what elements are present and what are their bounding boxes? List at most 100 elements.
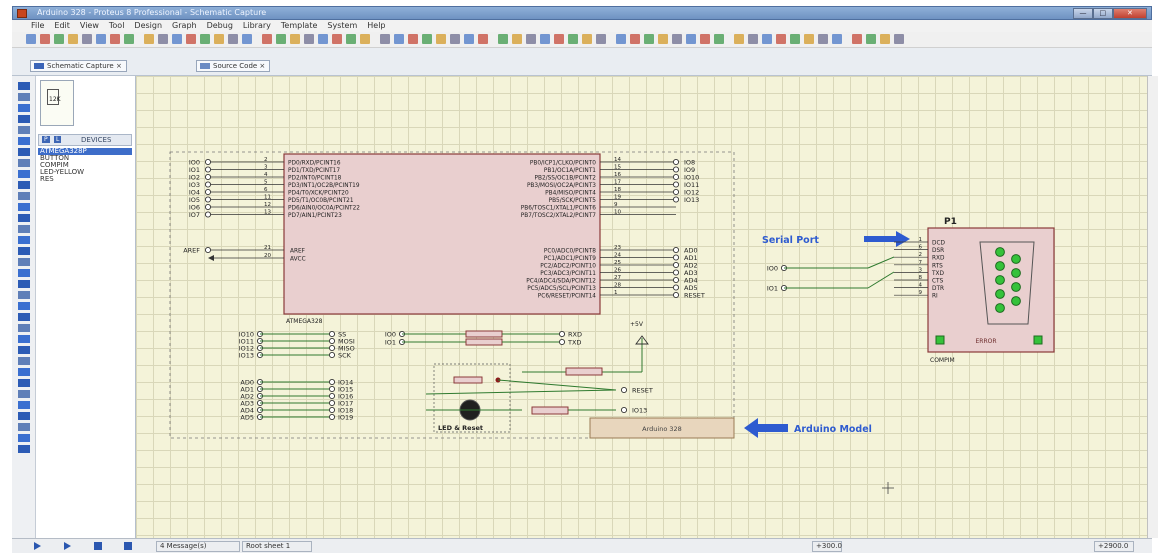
toolbar-tool-icon[interactable] [144, 34, 154, 44]
toolbar-tool-icon[interactable] [644, 34, 654, 44]
mode-tool-icon[interactable] [18, 401, 30, 409]
toolbar-tool-icon[interactable] [26, 34, 36, 44]
toolbar-tool-icon[interactable] [852, 34, 862, 44]
mode-tool-icon[interactable] [18, 390, 30, 398]
mode-tool-icon[interactable] [18, 434, 30, 442]
toolbar-tool-icon[interactable] [200, 34, 210, 44]
menu-library[interactable]: Library [238, 20, 276, 32]
toolbar-tool-icon[interactable] [332, 34, 342, 44]
mode-tool-icon[interactable] [18, 214, 30, 222]
mode-tool-icon[interactable] [18, 115, 30, 123]
toolbar-tool-icon[interactable] [526, 34, 536, 44]
toolbar-tool-icon[interactable] [290, 34, 300, 44]
mode-tool-icon[interactable] [18, 258, 30, 266]
mode-tool-icon[interactable] [18, 412, 30, 420]
mode-tool-icon[interactable] [18, 170, 30, 178]
mode-tool-icon[interactable] [18, 159, 30, 167]
play-button[interactable] [34, 542, 41, 550]
menu-graph[interactable]: Graph [167, 20, 202, 32]
toolbar-tool-icon[interactable] [498, 34, 508, 44]
toolbar-tool-icon[interactable] [748, 34, 758, 44]
toolbar-tool-icon[interactable] [346, 34, 356, 44]
menu-help[interactable]: Help [362, 20, 390, 32]
tab-schematic-capture[interactable]: Schematic Capture × [30, 60, 127, 72]
toolbar-tool-icon[interactable] [68, 34, 78, 44]
pause-button[interactable] [94, 542, 102, 550]
toolbar-tool-icon[interactable] [450, 34, 460, 44]
minimize-button[interactable]: — [1073, 8, 1093, 19]
library-manager-button[interactable]: L [54, 136, 62, 143]
toolbar-tool-icon[interactable] [422, 34, 432, 44]
mode-tool-icon[interactable] [18, 302, 30, 310]
toolbar-tool-icon[interactable] [582, 34, 592, 44]
mode-tool-icon[interactable] [18, 423, 30, 431]
toolbar-tool-icon[interactable] [700, 34, 710, 44]
toolbar-tool-icon[interactable] [880, 34, 890, 44]
mode-tool-icon[interactable] [18, 137, 30, 145]
mode-tool-icon[interactable] [18, 280, 30, 288]
toolbar-tool-icon[interactable] [672, 34, 682, 44]
toolbar-tool-icon[interactable] [394, 34, 404, 44]
mode-tool-icon[interactable] [18, 445, 30, 453]
toolbar-tool-icon[interactable] [380, 34, 390, 44]
toolbar-tool-icon[interactable] [304, 34, 314, 44]
menu-tool[interactable]: Tool [104, 20, 130, 32]
toolbar-tool-icon[interactable] [172, 34, 182, 44]
mode-tool-icon[interactable] [18, 93, 30, 101]
menu-design[interactable]: Design [129, 20, 167, 32]
toolbar-tool-icon[interactable] [658, 34, 668, 44]
toolbar-tool-icon[interactable] [96, 34, 106, 44]
mode-tool-icon[interactable] [18, 236, 30, 244]
mode-tool-icon[interactable] [18, 104, 30, 112]
toolbar-tool-icon[interactable] [790, 34, 800, 44]
toolbar-tool-icon[interactable] [408, 34, 418, 44]
mode-tool-icon[interactable] [18, 126, 30, 134]
mode-tool-icon[interactable] [18, 82, 30, 90]
mode-tool-icon[interactable] [18, 346, 30, 354]
mode-tool-icon[interactable] [18, 148, 30, 156]
toolbar-tool-icon[interactable] [478, 34, 488, 44]
mode-tool-icon[interactable] [18, 335, 30, 343]
toolbar-tool-icon[interactable] [762, 34, 772, 44]
toolbar-tool-icon[interactable] [54, 34, 64, 44]
toolbar-tool-icon[interactable] [186, 34, 196, 44]
messages-status[interactable]: 4 Message(s) [156, 541, 240, 552]
menu-system[interactable]: System [322, 20, 362, 32]
menu-edit[interactable]: Edit [49, 20, 75, 32]
mode-tool-icon[interactable] [18, 181, 30, 189]
mode-tool-icon[interactable] [18, 313, 30, 321]
toolbar-tool-icon[interactable] [124, 34, 134, 44]
toolbar-tool-icon[interactable] [832, 34, 842, 44]
toolbar-tool-icon[interactable] [318, 34, 328, 44]
tab-source-code[interactable]: Source Code × [196, 60, 271, 72]
toolbar-tool-icon[interactable] [228, 34, 238, 44]
toolbar-tool-icon[interactable] [630, 34, 640, 44]
toolbar-tool-icon[interactable] [568, 34, 578, 44]
toolbar-tool-icon[interactable] [214, 34, 224, 44]
toolbar-tool-icon[interactable] [436, 34, 446, 44]
toolbar-tool-icon[interactable] [818, 34, 828, 44]
mode-tool-icon[interactable] [18, 192, 30, 200]
toolbar-tool-icon[interactable] [866, 34, 876, 44]
mode-tool-icon[interactable] [18, 324, 30, 332]
menu-view[interactable]: View [75, 20, 104, 32]
mode-tool-icon[interactable] [18, 247, 30, 255]
step-button[interactable] [64, 542, 71, 550]
toolbar-tool-icon[interactable] [82, 34, 92, 44]
toolbar-tool-icon[interactable] [110, 34, 120, 44]
toolbar-tool-icon[interactable] [686, 34, 696, 44]
maximize-button[interactable]: □ [1092, 8, 1113, 19]
toolbar-tool-icon[interactable] [714, 34, 724, 44]
toolbar-tool-icon[interactable] [360, 34, 370, 44]
toolbar-tool-icon[interactable] [596, 34, 606, 44]
mode-tool-icon[interactable] [18, 379, 30, 387]
toolbar-tool-icon[interactable] [616, 34, 626, 44]
mode-tool-icon[interactable] [18, 225, 30, 233]
close-button[interactable]: ✕ [1112, 8, 1147, 19]
toolbar-tool-icon[interactable] [158, 34, 168, 44]
toolbar-tool-icon[interactable] [276, 34, 286, 44]
mode-tool-icon[interactable] [18, 269, 30, 277]
toolbar-tool-icon[interactable] [40, 34, 50, 44]
mode-tool-icon[interactable] [18, 291, 30, 299]
toolbar-tool-icon[interactable] [804, 34, 814, 44]
